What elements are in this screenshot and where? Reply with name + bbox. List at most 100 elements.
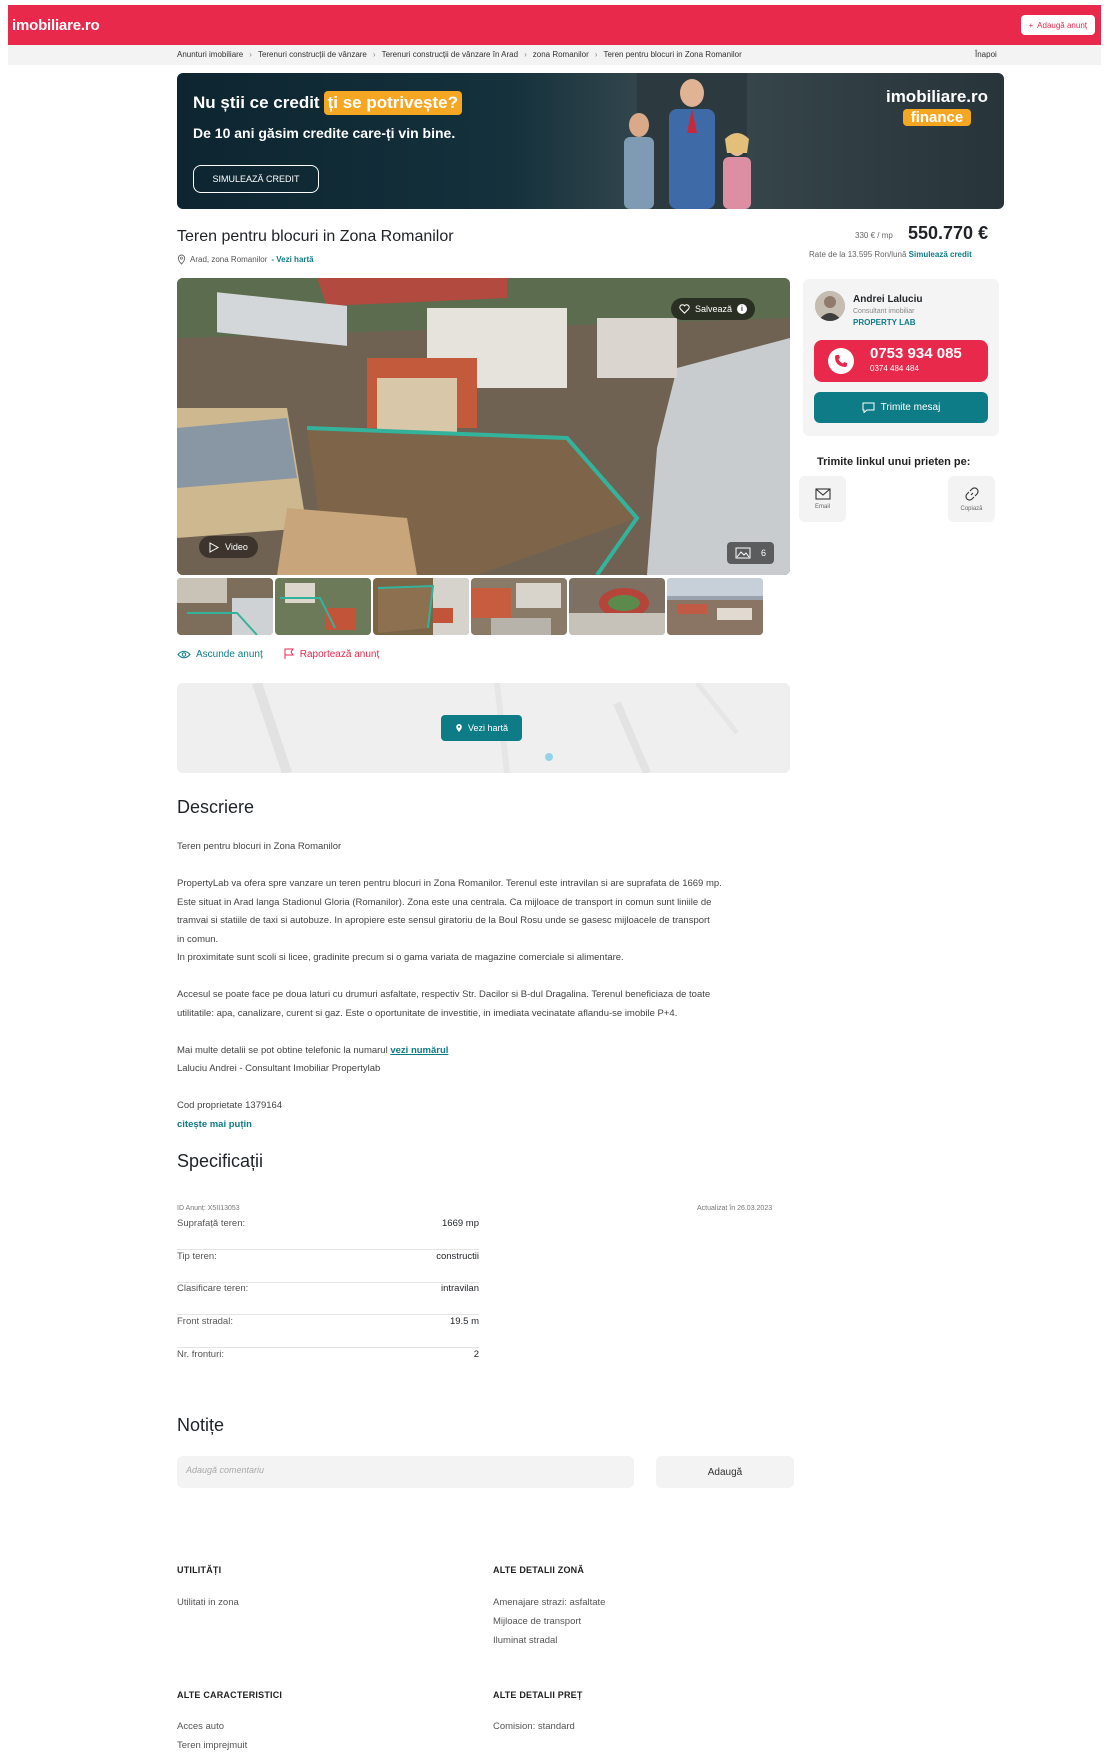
list-item: Iluminat stradal [493,1635,558,1646]
view-map-label: Vezi hartă [467,723,509,733]
thumbnail-strip [177,578,763,635]
location-text: Arad, zona Romanilor [190,255,268,264]
zone-details-list: Amenajare strazi: asfaltate Mijloace de … [493,1593,605,1650]
read-less-link[interactable]: citește mai puțin [177,1116,797,1135]
breadcrumb-item: Teren pentru blocuri in Zona Romanilor [603,50,742,59]
back-link[interactable]: Înapoi [975,50,997,59]
add-comment-button[interactable]: Adaugă [656,1456,794,1488]
photo-count-button[interactable]: 6 [727,542,775,564]
thumbnail-4[interactable] [471,578,567,635]
send-message-button[interactable]: Trimite mesaj [814,392,988,423]
listing-actions: Ascunde anunț Raportează anunț [177,648,379,660]
play-icon [209,541,219,553]
description-paragraph: PropertyLab va ofera spre vanzare un ter… [177,878,722,889]
video-button[interactable]: Video [199,536,258,558]
description-paragraph: utilitatile: apa, canalizare, curent si … [177,1007,678,1019]
spec-label: Tip teren: [177,1251,217,1262]
description-heading: Descriere [177,797,255,817]
price-per-sqm: 330 € / mp [855,231,893,240]
map-pin-icon [456,724,462,732]
spec-label: Front stradal: [177,1316,233,1327]
email-icon [814,488,831,500]
thumbnail-1[interactable] [177,578,273,635]
site-logo[interactable]: imobiliare.ro [12,17,100,34]
map-preview[interactable]: Vezi hartă [177,683,790,773]
gallery-icon [735,547,751,559]
plus-icon: + [1028,20,1034,30]
location-pin-icon [177,254,186,265]
share-email-label: Email [814,504,830,510]
chevron-right-icon: › [524,50,527,59]
chevron-right-icon: › [372,50,376,59]
video-label: Video [225,542,248,552]
save-button[interactable]: Salvează i [671,298,756,320]
agent-name[interactable]: Andrei Laluciu [853,294,922,305]
zone-details-heading: ALTE DETALII ZONĂ [493,1565,585,1575]
simulate-credit-link[interactable]: Simulează credit [909,250,972,259]
breadcrumb-item[interactable]: Anunturi imobiliare [177,50,243,59]
credit-banner[interactable]: Nu știi ce credit ți se potrivește? De 1… [177,73,1004,209]
comment-input[interactable]: Adaugă comentariu [177,1456,634,1488]
show-number-link[interactable]: vezi numărul [390,1045,448,1056]
thumbnail-5[interactable] [569,578,665,635]
info-icon[interactable]: i [737,304,748,314]
breadcrumb-item[interactable]: Terenuri construcții de vânzare [258,50,367,59]
list-item: Mijloace de transport [493,1616,582,1627]
finance-brand: imobiliare.ro finance [886,87,988,126]
features-list: Acces auto Teren imprejmuit [177,1717,247,1753]
report-listing-button[interactable]: Raportează anunț [283,648,380,660]
phone-number: 0753 934 085 [870,345,962,362]
heart-icon [679,304,690,314]
spec-value: intravilan [440,1283,479,1294]
copy-link-button[interactable]: Copiază [948,476,995,522]
list-item: Utilitati in zona [177,1597,239,1608]
description-paragraph: in comun. [177,933,219,945]
property-code: Cod proprietate 1379164 [177,1100,283,1111]
view-map-link[interactable]: - Vezi hartă [271,255,313,264]
listing-title: Teren pentru blocuri in Zona Romanilor [177,228,454,245]
listing-id: ID Anunț: X5II13053 [177,1205,240,1212]
breadcrumb-item[interactable]: zona Romanilor [533,50,589,59]
link-icon [964,487,979,501]
thumbnail-3[interactable] [373,578,469,635]
list-item: Acces auto [177,1721,224,1732]
description-text: Teren pentru blocuri in Zona Romanilor P… [177,838,797,1134]
save-label: Salvează [695,304,733,314]
agent-card: Andrei Laluciu Consultant imobiliar PROP… [803,279,999,436]
photo-count: 6 [761,548,767,558]
simulate-credit-button[interactable]: SIMULEAZĂ CREDIT [193,165,319,193]
main-photo[interactable]: Salvează i Video 6 [177,278,790,575]
breadcrumb: Anunturi imobiliare › Terenuri construcț… [177,50,742,59]
aerial-photo-image [177,278,790,575]
rates-info: Rate de la 13.595 Ron/lună Simulează cre… [809,250,972,259]
report-listing-label: Raportează anunț [299,648,380,660]
agent-company[interactable]: PROPERTY LAB [853,318,916,327]
utilities-heading: UTILITĂȚI [177,1565,222,1575]
price-details-heading: ALTE DETALII PREȚ [493,1690,583,1700]
spec-value: 1669 mp [442,1218,479,1229]
description-paragraph: tramvai si statiile de taxi si autobuze.… [177,915,710,926]
flag-icon [284,648,294,659]
rates-text: Rate de la 13.595 Ron/lună [809,250,907,259]
spec-value: 19.5 m [449,1316,479,1327]
spec-label: Nr. fronturi: [177,1349,224,1360]
listing-price: 550.770 € [908,223,989,243]
breadcrumb-item[interactable]: Terenuri construcții de vânzare în Arad [382,50,519,59]
thumbnail-6[interactable] [667,578,763,635]
spec-label: Clasificare teren: [177,1283,249,1294]
notes-heading: Notițe [177,1415,225,1435]
share-title: Trimite linkul unui prieten pe: [817,456,971,468]
add-listing-button[interactable]: + Adaugă anunț [1020,15,1095,35]
features-heading: ALTE CARACTERISTICI [177,1690,283,1700]
hide-listing-button[interactable]: Ascunde anunț [177,648,263,660]
call-button[interactable]: 0753 934 085 0374 484 484 [814,340,988,382]
list-item: Amenajare strazi: asfaltate [493,1597,606,1608]
listing-location: Arad, zona Romanilor - Vezi hartă [177,254,314,265]
finance-brand-name: imobiliare.ro [885,87,988,106]
add-listing-label: Adaugă anunț [1037,20,1087,30]
share-email-button[interactable]: Email [799,476,846,522]
agent-role: Consultant imobiliar [853,308,915,315]
description-paragraph: Mai multe detalii se pot obtine telefoni… [177,1042,797,1061]
thumbnail-2[interactable] [275,578,371,635]
view-map-button[interactable]: Vezi hartă [441,715,522,741]
